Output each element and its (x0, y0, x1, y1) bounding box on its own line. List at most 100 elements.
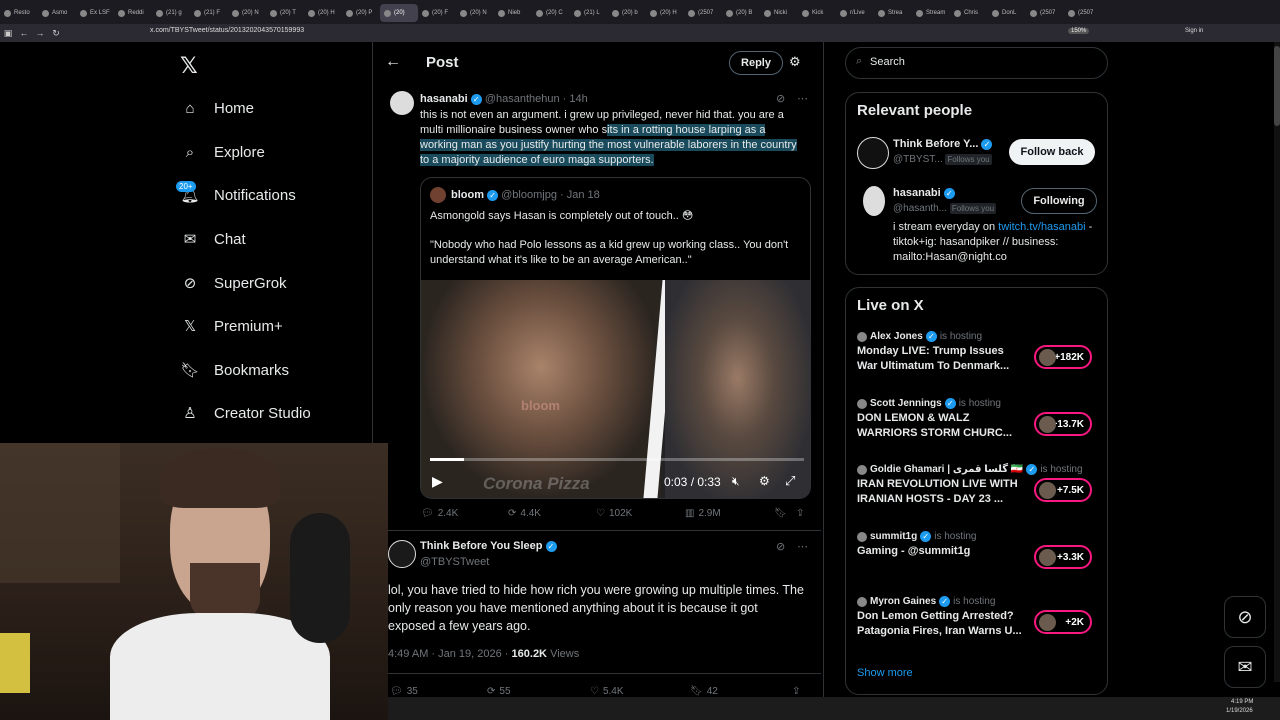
browser-tab[interactable]: Ex LSF (76, 4, 114, 22)
reply-action[interactable]: 💬︎ 35 (390, 686, 418, 697)
live-stream-title[interactable]: Monday LIVE: Trump Issues War Ultimatum … (857, 344, 1027, 374)
address-bar[interactable]: x.com/TBYSTweet/status/20132020435701599… (150, 27, 304, 34)
browser-tab[interactable]: DonL (988, 4, 1026, 22)
person-name[interactable]: Think Before Y... (893, 138, 978, 150)
live-host-name[interactable]: Scott Jennings (870, 398, 942, 409)
x-logo-icon[interactable]: 𝕏 (180, 53, 198, 79)
browser-tab[interactable]: (20) C (532, 4, 570, 22)
quote-tweet[interactable]: bloom ✓ @bloomjpg · Jan 18 Asmongold say… (420, 177, 811, 499)
play-icon[interactable]: ▶ (432, 473, 443, 490)
host-avatar[interactable] (857, 597, 867, 607)
browser-tab[interactable]: Nicki (760, 4, 798, 22)
browser-tab[interactable]: (20) N (456, 4, 494, 22)
browser-tab[interactable]: (20) N (228, 4, 266, 22)
search-input[interactable]: ⌕ Search (845, 47, 1108, 79)
grok-float-icon[interactable]: ⊘ (1224, 596, 1266, 638)
browser-tab[interactable]: (2507 (1026, 4, 1064, 22)
author-name[interactable]: hasanabi (420, 93, 468, 105)
live-listener-count[interactable]: +7.5K (1034, 478, 1092, 502)
reply-timestamp[interactable]: 4:49 AM · Jan 19, 2026 · (388, 648, 508, 660)
browser-tab[interactable]: Strea (874, 4, 912, 22)
person-handle[interactable]: @TBYST... (893, 154, 943, 165)
browser-tab[interactable]: (2507 (684, 4, 722, 22)
live-host-name[interactable]: summit1g (870, 531, 917, 542)
share-icon[interactable]: ⇪ (792, 686, 800, 697)
like-action[interactable]: ♡ 102K (596, 508, 632, 519)
grok-icon[interactable]: ⊘ (776, 92, 785, 105)
browser-tab[interactable]: Kick (798, 4, 836, 22)
browser-tab[interactable]: Reddi (114, 4, 152, 22)
sidebar-item-notifications[interactable]: 🔔︎ Notifications (180, 180, 295, 210)
bookmark-action[interactable]: 🔖︎ 42 (690, 686, 718, 697)
browser-tab[interactable]: (21) F (190, 4, 228, 22)
follow-back-button[interactable]: Follow back (1009, 139, 1095, 165)
tweet-time[interactable]: · 14h (563, 93, 588, 105)
reload-icon[interactable]: ↻ (48, 28, 64, 39)
reply-handle[interactable]: @TBYSTweet (420, 556, 489, 568)
sign-in-button[interactable]: Sign in (1185, 28, 1203, 34)
bookmark-icon[interactable]: 🔖︎ (774, 508, 787, 519)
settings-gear-icon[interactable]: ⚙ (759, 474, 770, 488)
back-arrow-icon[interactable]: ← (16, 28, 32, 38)
sidebar-item-premium-[interactable]: 𝕏 Premium+ (180, 311, 283, 341)
avatar[interactable] (388, 540, 416, 568)
live-stream-title[interactable]: IRAN REVOLUTION LIVE WITH IRANIAN HOSTS … (857, 477, 1027, 507)
zoom-level[interactable]: 150% (1068, 28, 1090, 34)
browser-tab[interactable]: (20) H (304, 4, 342, 22)
host-avatar[interactable] (857, 465, 867, 475)
sidebar-item-home[interactable]: ⌂ Home (180, 93, 254, 123)
settings-sliders-icon[interactable]: ⚙ (789, 54, 801, 70)
mute-icon[interactable]: 🔇︎ (732, 474, 740, 489)
browser-tab[interactable]: Stream (912, 4, 950, 22)
host-avatar[interactable] (857, 532, 867, 542)
browser-tab[interactable]: (20) P (342, 4, 380, 22)
fullscreen-icon[interactable]: ⤢ (785, 473, 795, 489)
reply-action[interactable]: 💬︎ 2.4K (421, 508, 458, 519)
share-icon[interactable]: ⇪ (796, 508, 804, 519)
browser-tab[interactable]: (20) T (266, 4, 304, 22)
repost-action[interactable]: ⟳ 4.4K (508, 508, 541, 519)
live-stream-title[interactable]: DON LEMON & WALZ WARRIORS STORM CHURC... (857, 411, 1027, 441)
forward-arrow-icon[interactable]: → (32, 28, 48, 38)
more-options-icon[interactable]: ⋯ (797, 540, 808, 553)
live-listener-count[interactable]: +182K (1034, 345, 1092, 369)
sidebar-item-chat[interactable]: ✉ Chat (180, 224, 246, 254)
sidebar-item-supergrok[interactable]: ⊘ SuperGrok (180, 268, 287, 298)
browser-tab[interactable]: (20) (380, 4, 418, 22)
sidebar-item-explore[interactable]: ⌕ Explore (180, 137, 265, 167)
live-listener-count[interactable]: +13.7K (1034, 412, 1092, 436)
sidebar-item-bookmarks[interactable]: 🔖︎ Bookmarks (180, 355, 289, 385)
video-player[interactable]: bloom Corona Pizza ▶ 0:03 / 0:33 🔇︎ ⚙ ⤢ (421, 280, 810, 498)
host-avatar[interactable] (857, 399, 867, 409)
repost-action[interactable]: ⟳ 55 (487, 686, 511, 697)
sidebar-item-creator-studio[interactable]: ♙ Creator Studio (180, 398, 310, 428)
avatar[interactable] (857, 137, 889, 169)
browser-tab[interactable]: Resto (0, 4, 38, 22)
live-host-name[interactable]: Alex Jones (870, 331, 923, 342)
sidebar-toggle-icon[interactable]: ▣ (0, 28, 16, 39)
person-name[interactable]: hasanabi (893, 187, 941, 199)
live-stream-title[interactable]: Gaming - @summit1g (857, 544, 1027, 559)
browser-tab[interactable]: Asmo (38, 4, 76, 22)
browser-tab[interactable]: r/Live (836, 4, 874, 22)
following-button[interactable]: Following (1021, 188, 1097, 214)
reply-button[interactable]: Reply (729, 51, 783, 75)
browser-tab[interactable]: (20) F (418, 4, 456, 22)
back-arrow-icon[interactable]: ← (385, 53, 401, 71)
browser-tab[interactable]: Chris (950, 4, 988, 22)
more-options-icon[interactable]: ⋯ (797, 92, 808, 105)
grok-icon[interactable]: ⊘ (776, 540, 785, 553)
live-host-name[interactable]: Goldie Ghamari | گلسا قمری 🇮🇷 (870, 464, 1023, 475)
browser-tab[interactable]: (21) g (152, 4, 190, 22)
scrollbar-thumb[interactable] (1274, 46, 1280, 126)
scrollbar[interactable] (1274, 42, 1280, 682)
show-more-link[interactable]: Show more (857, 667, 913, 679)
browser-tab[interactable]: (21) L (570, 4, 608, 22)
browser-tab[interactable]: (20) B (722, 4, 760, 22)
live-listener-count[interactable]: +2K (1034, 610, 1092, 634)
host-avatar[interactable] (857, 332, 867, 342)
reply-author[interactable]: Think Before You Sleep (420, 540, 542, 552)
browser-tab[interactable]: (20) b (608, 4, 646, 22)
like-action[interactable]: ♡ 5.4K (590, 686, 624, 697)
live-host-name[interactable]: Myron Gaines (870, 596, 936, 607)
